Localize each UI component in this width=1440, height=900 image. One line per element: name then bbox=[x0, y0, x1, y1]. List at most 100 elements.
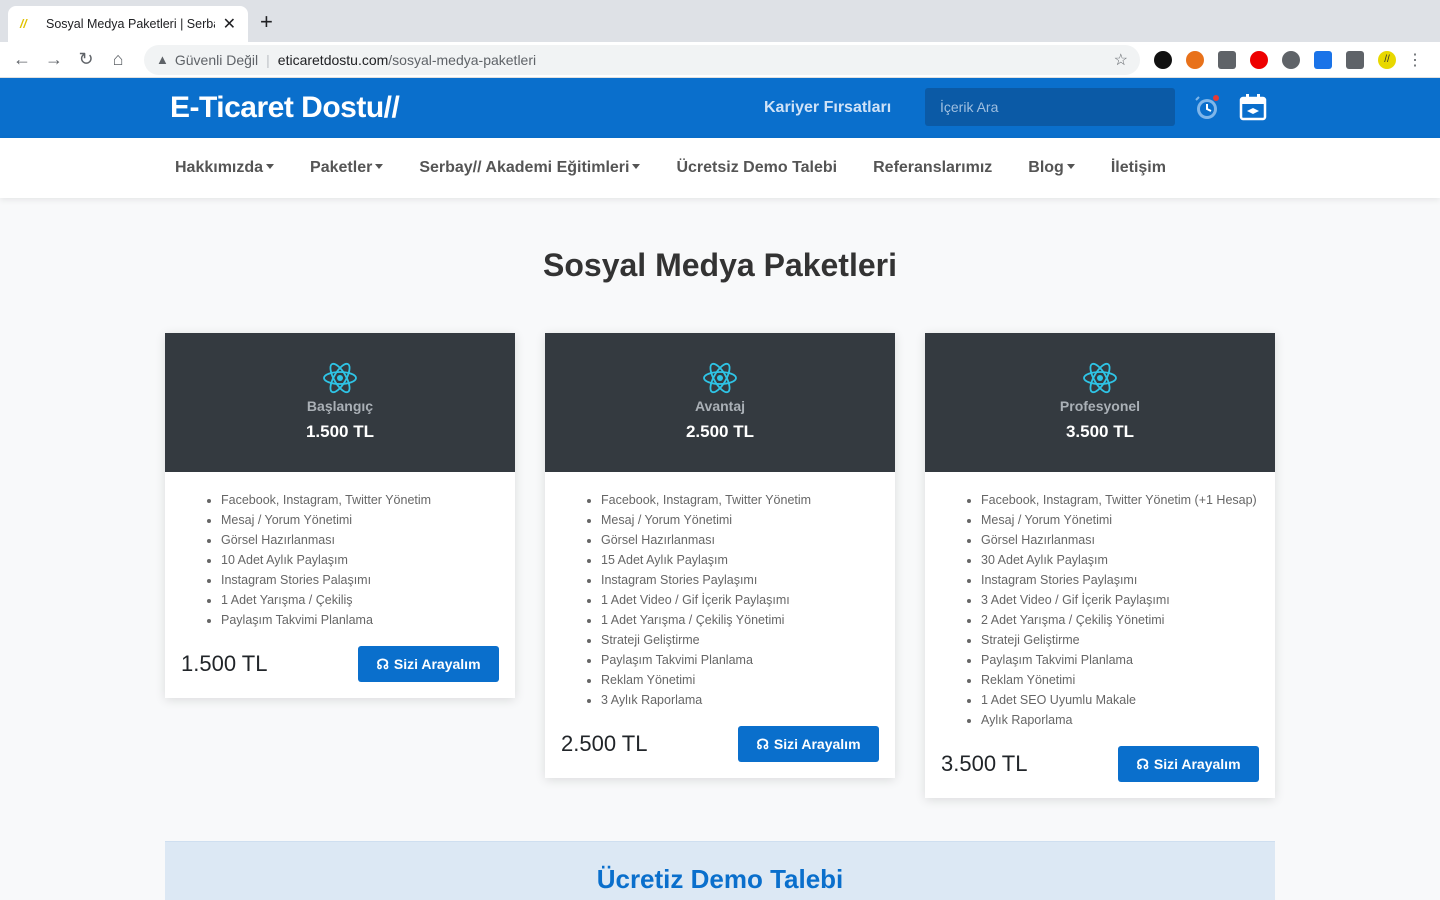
url-host: eticaretdostu.com bbox=[277, 51, 389, 68]
nav-label: Referanslarımız bbox=[873, 159, 993, 176]
nav-item-demo[interactable]: Ücretsiz Demo Talebi bbox=[676, 159, 837, 177]
browser-toolbar: ← → ↻ ⌂ ▲ Güvenli Değil | eticaretdostu.… bbox=[0, 42, 1440, 78]
feature-item: Mesaj / Yorum Yönetimi bbox=[221, 510, 499, 530]
feature-list: Facebook, Instagram, Twitter Yönetim (+1… bbox=[941, 490, 1259, 730]
site-logo[interactable]: E-Ticaret Dostu// bbox=[170, 91, 400, 125]
plan-name: Başlangıç bbox=[306, 398, 374, 414]
nav-label: İletişim bbox=[1110, 159, 1166, 176]
feature-item: Facebook, Instagram, Twitter Yönetim bbox=[601, 490, 879, 510]
forward-icon[interactable]: → bbox=[38, 49, 70, 70]
call-me-label: Sizi Arayalım bbox=[1153, 756, 1241, 772]
security-label[interactable]: Güvenli Değil bbox=[175, 52, 258, 68]
feature-item: Reklam Yönetimi bbox=[601, 670, 879, 690]
call-me-label: Sizi Arayalım bbox=[393, 656, 481, 672]
feature-item: 1 Adet Yarışma / Çekiliş bbox=[221, 590, 499, 610]
home-icon[interactable]: ⌂ bbox=[102, 49, 134, 70]
address-separator: | bbox=[266, 51, 270, 68]
atom-icon bbox=[1083, 362, 1117, 394]
feature-item: Instagram Stories Paylaşımı bbox=[601, 570, 879, 590]
nav-item-referanslar[interactable]: Referanslarımız bbox=[873, 159, 992, 177]
plan-name: Avantaj bbox=[694, 398, 746, 414]
calendar-icon[interactable] bbox=[1238, 92, 1268, 122]
profile-avatar[interactable]: // bbox=[1378, 50, 1396, 69]
alarm-clock-icon[interactable] bbox=[1192, 92, 1222, 122]
extensions-puzzle-icon[interactable] bbox=[1346, 50, 1364, 69]
feature-item: Paylaşım Takvimi Planlama bbox=[601, 650, 879, 670]
extensions-area: // ⋮ bbox=[1154, 50, 1423, 69]
demo-request-section: Ücretiz Demo Talebi bbox=[165, 841, 1275, 900]
feature-item: 3 Adet Video / Gif İçerik Paylaşımı bbox=[981, 590, 1259, 610]
plan-card-header: Profesyonel 3.500 TL bbox=[925, 333, 1275, 472]
browser-menu-icon[interactable]: ⋮ bbox=[1407, 51, 1423, 69]
extension-4-icon[interactable] bbox=[1250, 50, 1268, 69]
nav-label: Blog bbox=[1028, 159, 1064, 176]
extension-3-icon[interactable] bbox=[1218, 50, 1236, 69]
feature-item: 1 Adet SEO Uyumlu Makale bbox=[981, 690, 1259, 710]
nav-label: Serbay// Akademi Eğitimleri bbox=[419, 159, 630, 176]
plan-footer-price: 1.500 TL bbox=[181, 651, 268, 676]
bookmark-star-icon[interactable]: ☆ bbox=[1114, 50, 1128, 70]
nav-item-paketler[interactable]: Paketler bbox=[310, 159, 384, 177]
feature-item: Görsel Hazırlanması bbox=[601, 530, 879, 550]
call-me-button[interactable]: ☊ Sizi Arayalım bbox=[738, 726, 879, 762]
extension-6-icon[interactable] bbox=[1314, 50, 1332, 69]
plan-footer-price: 2.500 TL bbox=[561, 731, 648, 756]
extension-1-icon[interactable] bbox=[1154, 50, 1172, 69]
feature-item: Facebook, Instagram, Twitter Yönetim bbox=[221, 490, 499, 510]
search-input[interactable] bbox=[925, 88, 1175, 126]
plan-card-header: Avantaj 2.500 TL bbox=[545, 333, 895, 472]
extension-5-icon[interactable] bbox=[1282, 50, 1300, 69]
close-tab-icon[interactable]: ✕ bbox=[223, 14, 236, 34]
new-tab-icon[interactable]: + bbox=[260, 11, 273, 33]
plan-card-header: Başlangıç 1.500 TL bbox=[165, 333, 515, 472]
feature-item: Mesaj / Yorum Yönetimi bbox=[981, 510, 1259, 530]
plan-card-footer: 1.500 TL ☊ Sizi Arayalım bbox=[181, 646, 499, 682]
warning-icon[interactable]: ▲ bbox=[156, 52, 169, 67]
browser-tab[interactable]: // Sosyal Medya Paketleri | Serbay ✕ bbox=[8, 6, 248, 42]
feature-item: Strateji Geliştirme bbox=[981, 630, 1259, 650]
nav-item-iletisim[interactable]: İletişim bbox=[1111, 159, 1166, 177]
feature-item: Strateji Geliştirme bbox=[601, 630, 879, 650]
plan-price: 1.500 TL bbox=[305, 422, 375, 441]
nav-item-hakkimizda[interactable]: Hakkımızda bbox=[175, 159, 275, 177]
nav-item-blog[interactable]: Blog bbox=[1028, 159, 1075, 177]
nav-label: Paketler bbox=[310, 159, 373, 176]
nav-item-akademi[interactable]: Serbay// Akademi Eğitimleri bbox=[419, 159, 641, 177]
feature-item: 3 Aylık Raporlama bbox=[601, 690, 879, 710]
plan-card-baslangic: Başlangıç 1.500 TL Facebook, Instagram, … bbox=[165, 333, 515, 698]
back-icon[interactable]: ← bbox=[6, 49, 38, 70]
site-favicon-icon: // bbox=[20, 17, 27, 31]
call-me-button[interactable]: ☊ Sizi Arayalım bbox=[1118, 746, 1259, 782]
call-me-button[interactable]: ☊ Sizi Arayalım bbox=[358, 646, 499, 682]
atom-icon bbox=[703, 362, 737, 394]
plan-card-footer: 2.500 TL ☊ Sizi Arayalım bbox=[561, 726, 879, 762]
career-link[interactable]: Kariyer Fırsatları bbox=[764, 99, 891, 117]
feature-item: 15 Adet Aylık Paylaşım bbox=[601, 550, 879, 570]
feature-item: Paylaşım Takvimi Planlama bbox=[981, 650, 1259, 670]
caret-down-icon bbox=[1066, 164, 1075, 169]
plan-price: 3.500 TL bbox=[1065, 422, 1135, 441]
feature-item: Görsel Hazırlanması bbox=[221, 530, 499, 550]
headset-icon: ☊ bbox=[1136, 755, 1149, 772]
page-title: Sosyal Medya Paketleri bbox=[543, 247, 897, 283]
address-bar[interactable]: ▲ Güvenli Değil | eticaretdostu.com /sos… bbox=[144, 44, 1140, 75]
feature-item: 2 Adet Yarışma / Çekiliş Yönetimi bbox=[981, 610, 1259, 630]
tab-title: Sosyal Medya Paketleri | Serbay bbox=[46, 17, 215, 31]
feature-item: 1 Adet Yarışma / Çekiliş Yönetimi bbox=[601, 610, 879, 630]
caret-down-icon bbox=[632, 164, 641, 169]
feature-item: Facebook, Instagram, Twitter Yönetim (+1… bbox=[981, 490, 1259, 510]
feature-item: Mesaj / Yorum Yönetimi bbox=[601, 510, 879, 530]
reload-icon[interactable]: ↻ bbox=[70, 49, 102, 70]
headset-icon: ☊ bbox=[756, 735, 769, 752]
plan-card-footer: 3.500 TL ☊ Sizi Arayalım bbox=[941, 746, 1259, 782]
extension-2-icon[interactable] bbox=[1186, 50, 1204, 69]
feature-item: 10 Adet Aylık Paylaşım bbox=[221, 550, 499, 570]
nav-label: Ücretsiz Demo Talebi bbox=[676, 159, 838, 176]
plan-name: Profesyonel bbox=[1059, 398, 1141, 414]
feature-item: Instagram Stories Palaşımı bbox=[221, 570, 499, 590]
headset-icon: ☊ bbox=[376, 655, 389, 672]
caret-down-icon bbox=[266, 164, 275, 169]
feature-item: Reklam Yönetimi bbox=[981, 670, 1259, 690]
plan-price: 2.500 TL bbox=[685, 422, 755, 441]
nav-label: Hakkımızda bbox=[175, 159, 264, 176]
